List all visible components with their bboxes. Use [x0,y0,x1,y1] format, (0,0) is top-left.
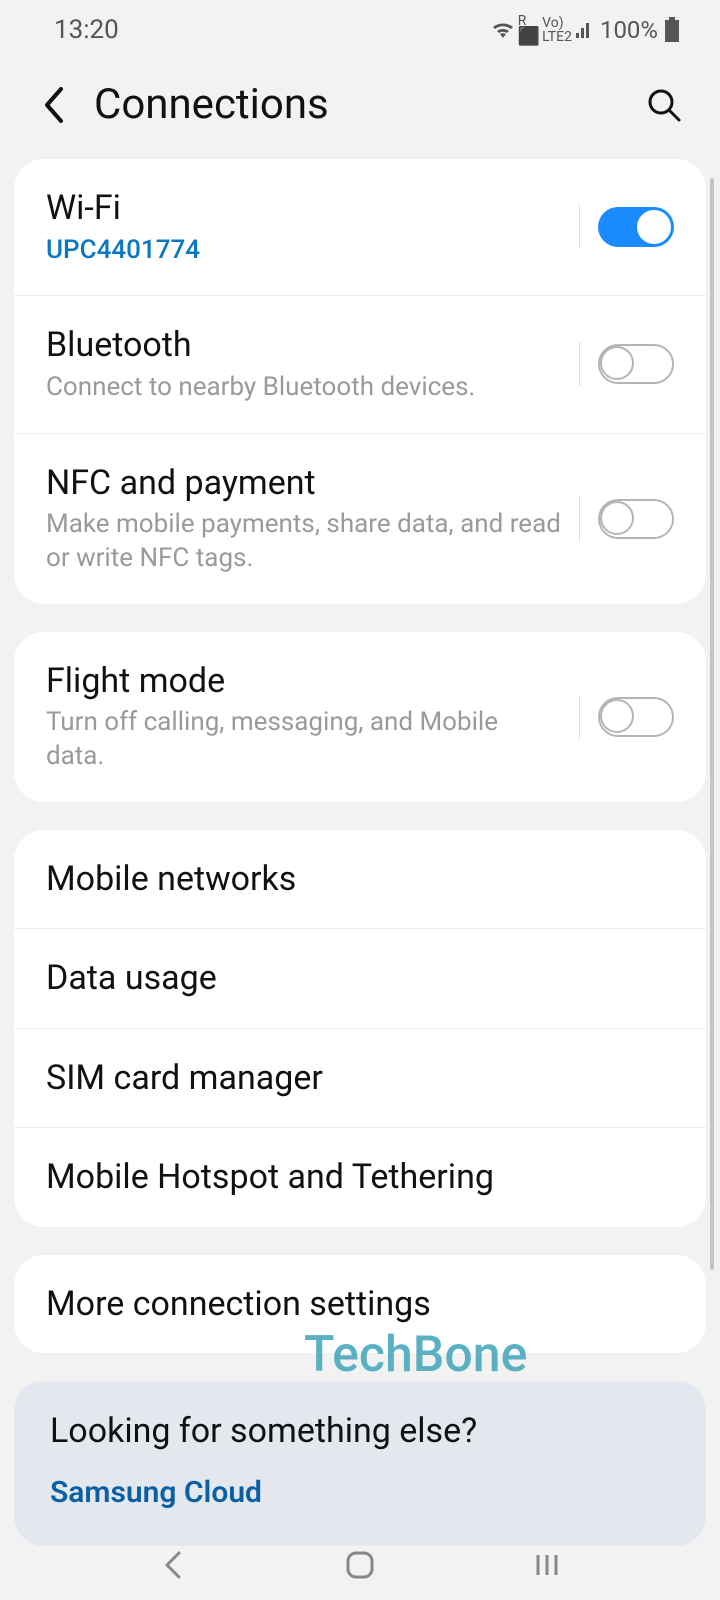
toggle-wrap [561,205,674,249]
flight-mode-toggle[interactable] [598,697,674,737]
status-time: 13:20 [54,15,119,45]
chevron-left-icon [43,87,65,123]
row-mobile-networks[interactable]: Mobile networks [14,830,706,929]
row-flight-mode[interactable]: Flight modeTurn off calling, messaging, … [14,632,706,802]
row-subtitle: Turn off calling, messaging, and Mobile … [46,706,561,774]
row-body: Mobile networks [46,858,674,901]
nav-home-button[interactable] [330,1545,390,1585]
toggle-thumb [600,346,634,380]
settings-group: Mobile networks Data usage SIM card manage… [14,830,706,1227]
nav-home-icon [345,1550,375,1580]
row-title: NFC and payment [46,462,561,505]
row-body: More connection settings [46,1283,674,1326]
nav-back-icon [161,1550,185,1580]
row-subtitle: UPC4401774 [46,234,561,268]
divider [579,497,580,541]
toggle-wrap [561,695,674,739]
page-title: Connections [94,80,622,129]
row-title: Data usage [46,957,674,1000]
toggle-wrap [561,342,674,386]
navigation-bar [0,1530,720,1600]
signal-icon [574,20,594,40]
battery-icon [664,17,680,43]
nav-recents-button[interactable] [517,1545,577,1585]
toggle-wrap [561,497,674,541]
settings-group: More connection settings [14,1255,706,1354]
row-subtitle: Make mobile payments, share data, and re… [46,508,561,576]
row-title: Mobile Hotspot and Tethering [46,1156,674,1199]
row-more-connection-settings[interactable]: More connection settings [14,1255,706,1354]
row-subtitle: Connect to nearby Bluetooth devices. [46,371,561,405]
settings-group: Wi-Fi UPC4401774 Bluetooth Connect to nearb… [14,159,706,604]
status-bar: 13:20 R⬛ Vo)LTE2 100% [0,0,720,60]
toggle-thumb [637,210,671,244]
row-body: Flight modeTurn off calling, messaging, … [46,660,561,774]
row-wifi[interactable]: Wi-Fi UPC4401774 [14,159,706,295]
divider [579,342,580,386]
status-icons: R⬛ Vo)LTE2 [490,14,594,46]
wifi-toggle[interactable] [598,207,674,247]
row-data-usage[interactable]: Data usage [14,928,706,1028]
row-body: Mobile Hotspot and Tethering [46,1156,674,1199]
status-right: R⬛ Vo)LTE2 100% [490,14,680,46]
nav-recents-icon [532,1550,562,1580]
row-title: Bluetooth [46,324,561,367]
roaming-indicator: R⬛ [518,14,540,46]
row-body: Bluetooth Connect to nearby Bluetooth dev… [46,324,561,404]
wifi-icon [490,20,516,40]
nfc-toggle[interactable] [598,499,674,539]
settings-group: Flight modeTurn off calling, messaging, … [14,632,706,802]
row-body: NFC and paymentMake mobile payments, sha… [46,462,561,576]
row-title: More connection settings [46,1283,674,1326]
row-title: Wi-Fi [46,187,561,230]
row-title: Mobile networks [46,858,674,901]
row-body: Data usage [46,957,674,1000]
row-nfc[interactable]: NFC and paymentMake mobile payments, sha… [14,433,706,604]
row-bluetooth[interactable]: Bluetooth Connect to nearby Bluetooth dev… [14,295,706,432]
nav-back-button[interactable] [143,1545,203,1585]
volte-indicator: Vo)LTE2 [542,16,572,44]
suggestion-link-samsung-cloud[interactable]: Samsung Cloud [50,1475,670,1510]
header: Connections [0,60,720,159]
row-title: SIM card manager [46,1057,674,1100]
row-hotspot-tethering[interactable]: Mobile Hotspot and Tethering [14,1127,706,1227]
row-title: Flight mode [46,660,561,703]
search-icon [646,87,682,123]
suggestion-title: Looking for something else? [50,1411,670,1451]
row-body: SIM card manager [46,1057,674,1100]
search-button[interactable] [642,83,686,127]
divider [579,205,580,249]
toggle-thumb [600,501,634,535]
row-body: Wi-Fi UPC4401774 [46,187,561,267]
divider [579,695,580,739]
toggle-thumb [600,699,634,733]
scrollbar[interactable] [710,178,714,1270]
row-sim-card-manager[interactable]: SIM card manager [14,1028,706,1128]
bluetooth-toggle[interactable] [598,344,674,384]
suggestion-card: Looking for something else? Samsung Clou… [14,1381,706,1546]
back-button[interactable] [34,85,74,125]
battery-percent: 100% [600,16,658,44]
